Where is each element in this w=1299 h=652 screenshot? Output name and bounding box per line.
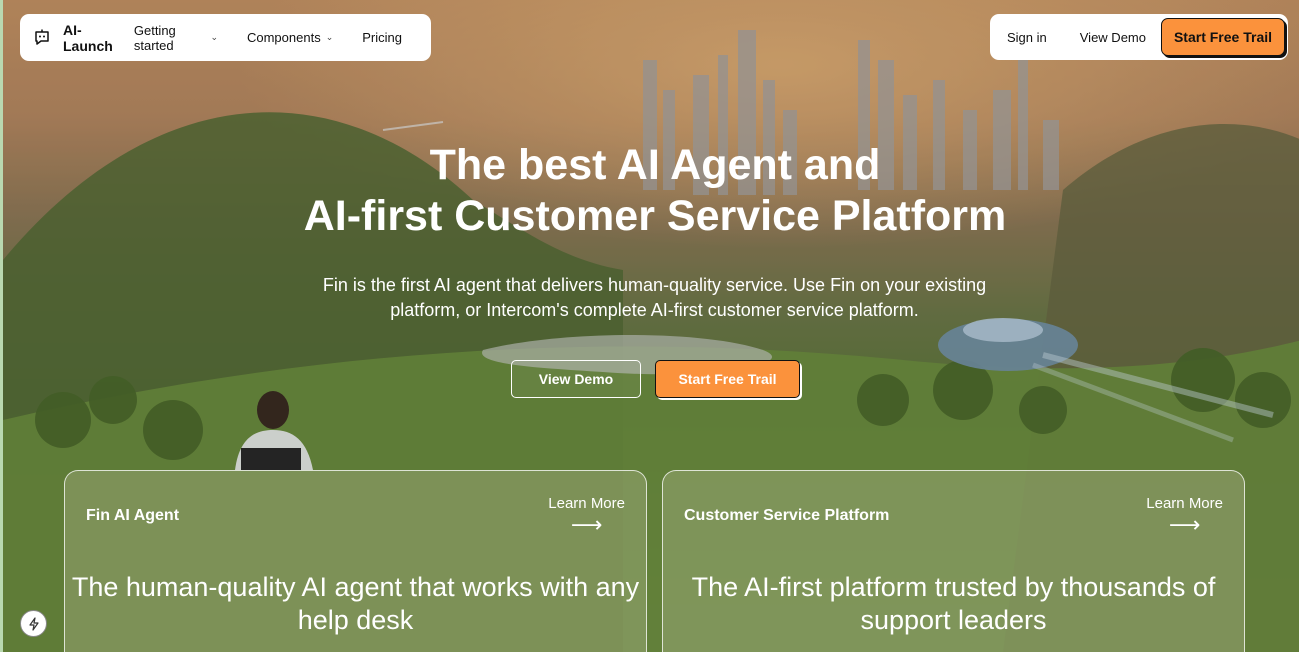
learn-more-link[interactable]: Learn More ⟶: [1146, 495, 1223, 536]
learn-more-link[interactable]: Learn More ⟶: [548, 495, 625, 536]
chevron-down-icon: ⌄: [325, 32, 334, 42]
card-title: Fin AI Agent: [86, 507, 180, 524]
headline-line-1: The best AI Agent and: [429, 141, 881, 189]
nav-pricing-label: Pricing: [362, 30, 402, 45]
card-description: The human-quality AI agent that works wi…: [71, 572, 640, 635]
nav-components-label: Components: [246, 30, 321, 45]
primary-nav: AI-Launch Getting started ⌄ Components ⌄…: [20, 14, 431, 61]
nav-getting-started-label: Getting started: [133, 22, 176, 53]
arrow-right-icon: ⟶: [570, 512, 603, 537]
chevron-down-icon: ⌄: [210, 32, 218, 42]
card-title: Customer Service Platform: [684, 507, 890, 524]
chat-bot-icon[interactable]: [33, 29, 51, 47]
hero-section: AI-Launch Getting started ⌄ Components ⌄…: [0, 0, 1299, 652]
arrow-right-icon: ⟶: [1168, 512, 1201, 537]
nav-pricing[interactable]: Pricing: [362, 30, 402, 45]
card-fin-ai-agent[interactable]: Fin AI Agent Learn More ⟶ The human-qual…: [64, 470, 647, 652]
brand-name[interactable]: AI-Launch: [63, 22, 122, 54]
nav-getting-started[interactable]: Getting started ⌄: [134, 23, 218, 53]
hero-start-trial-button[interactable]: Start Free Trail: [655, 360, 800, 398]
hero-subtext: Fin is the first AI agent that delivers …: [322, 275, 987, 320]
start-free-trial-button[interactable]: Start Free Trail: [1161, 18, 1285, 56]
sign-in-link[interactable]: Sign in: [1007, 30, 1047, 45]
card-description: The AI-first platform trusted by thousan…: [691, 572, 1216, 635]
learn-more-label: Learn More: [548, 495, 625, 512]
hero-view-demo-button[interactable]: View Demo: [511, 360, 641, 398]
nav-components[interactable]: Components ⌄: [247, 30, 333, 45]
headline-line-2: AI-first Customer Service Platform: [303, 192, 1007, 240]
auth-nav: Sign in View Demo Start Free Trail: [990, 14, 1288, 60]
hero-headline: The best AI Agent and AI-first Customer …: [3, 140, 1299, 242]
view-demo-link[interactable]: View Demo: [1080, 30, 1146, 45]
lightning-bolt-icon[interactable]: [20, 610, 47, 637]
card-customer-service-platform[interactable]: Customer Service Platform Learn More ⟶ T…: [662, 470, 1245, 652]
learn-more-label: Learn More: [1146, 495, 1223, 512]
